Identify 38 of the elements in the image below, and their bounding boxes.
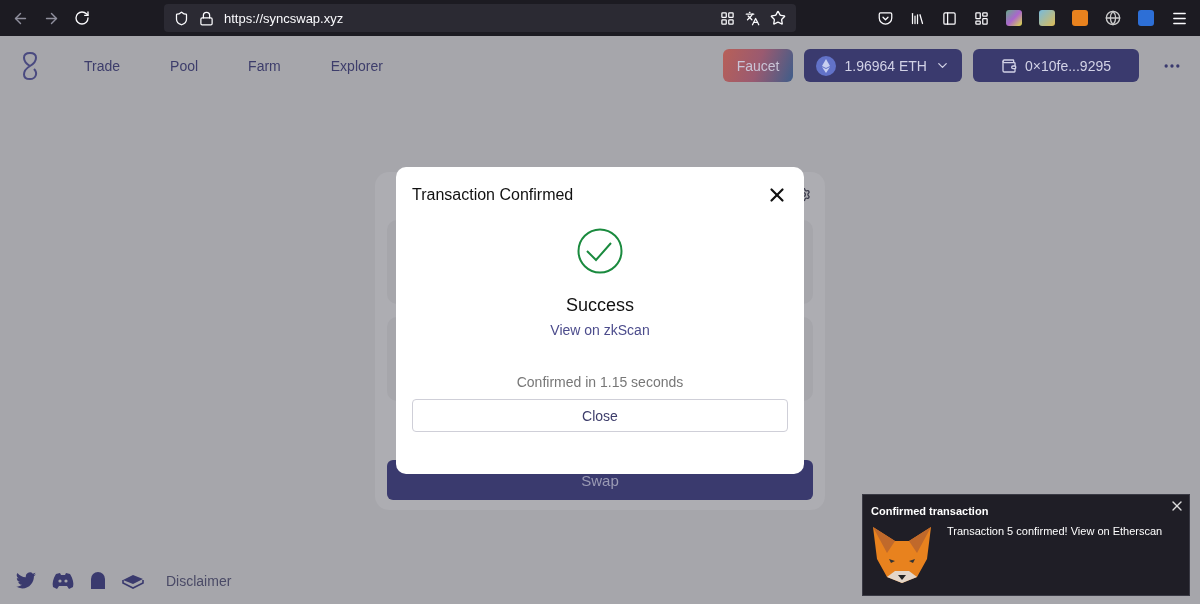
gamepad-icon[interactable]	[52, 572, 74, 589]
close-button[interactable]: Close	[412, 399, 788, 432]
disclaimer-link[interactable]: Disclaimer	[166, 572, 232, 589]
nav-link[interactable]: Trade	[84, 57, 121, 74]
globe-icon[interactable]	[1105, 10, 1121, 26]
star-icon[interactable]	[770, 10, 786, 26]
translate-icon[interactable]	[745, 10, 760, 26]
extensions-icon[interactable]	[974, 10, 989, 26]
check-circle-icon	[577, 228, 623, 274]
notification-message: Transaction 5 confirmed! View on Etherscan	[947, 525, 1163, 539]
faucet-button[interactable]: Faucet	[722, 49, 794, 82]
wallet-icon	[1000, 57, 1017, 74]
nav-link[interactable]: Pool	[170, 57, 199, 74]
reload-icon[interactable]	[74, 10, 90, 26]
status-text: Success	[566, 295, 634, 316]
pocket-icon[interactable]	[878, 10, 893, 26]
notification-title: Confirmed transaction	[871, 505, 989, 517]
shield-icon[interactable]	[174, 10, 189, 26]
account-button[interactable]: 0×10fe...9295	[972, 49, 1139, 82]
lock-icon	[199, 10, 214, 26]
extension-icon[interactable]	[1006, 10, 1022, 26]
bird-icon[interactable]	[16, 572, 36, 589]
account-text: 0×10fe...9295	[1024, 57, 1111, 74]
library-icon[interactable]	[910, 10, 925, 26]
grid-icon[interactable]	[720, 10, 735, 26]
balance-button[interactable]: 1.96964 ETH	[804, 49, 962, 82]
balance-text: 1.96964 ETH	[844, 57, 927, 74]
address-bar[interactable]: https://syncswap.xyz	[164, 4, 796, 32]
zkscan-link[interactable]: View on zkScan	[550, 322, 650, 338]
confirmation-time: Confirmed in 1.15 seconds	[516, 374, 684, 390]
nav-link[interactable]: Explorer	[330, 57, 383, 74]
url-text: https://syncswap.xyz	[224, 10, 345, 26]
nav-link[interactable]: Farm	[248, 57, 281, 74]
ethereum-icon	[816, 55, 837, 76]
tombstone-icon[interactable]	[90, 572, 106, 589]
book-icon[interactable]	[122, 572, 144, 589]
dialog-title: Transaction Confirmed	[412, 186, 574, 204]
sidebar-icon[interactable]	[942, 10, 957, 26]
